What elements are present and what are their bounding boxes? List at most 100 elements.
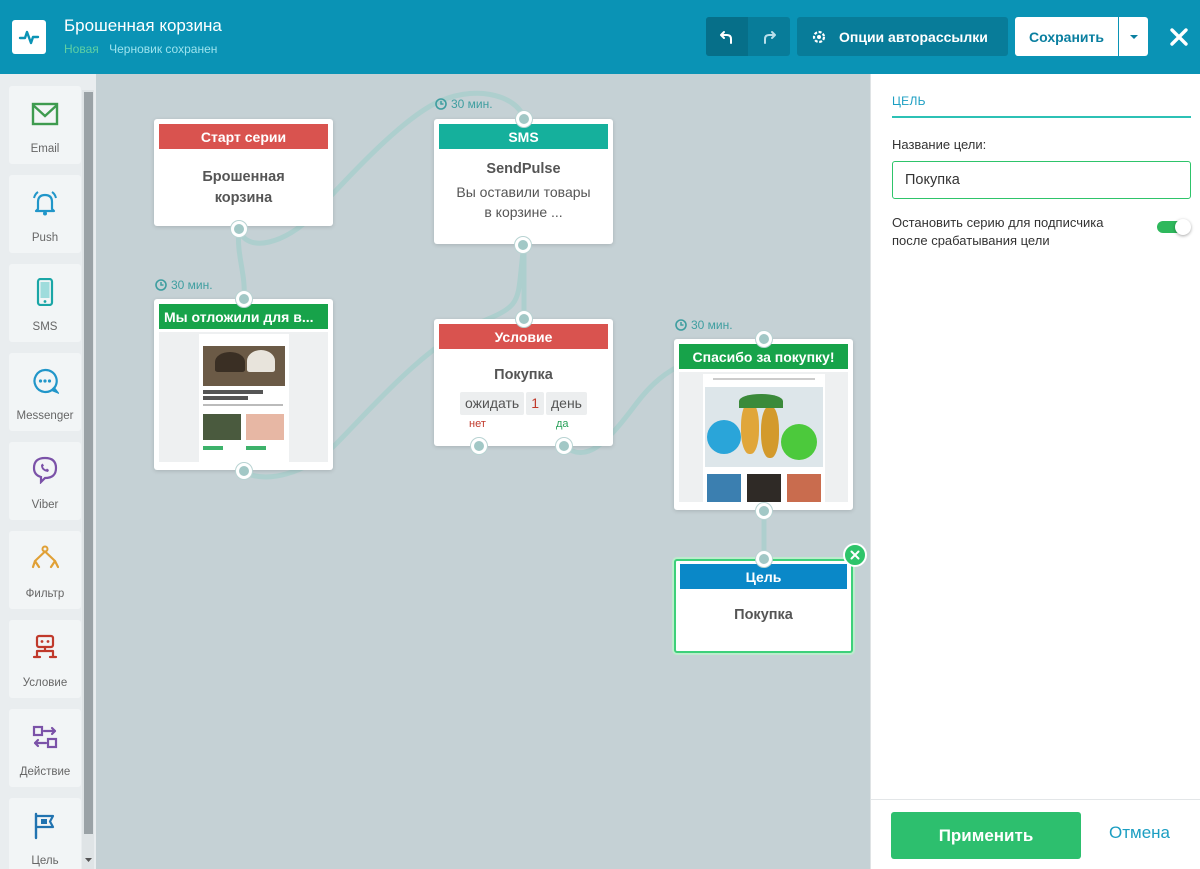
tool-goal[interactable]: Цель (9, 798, 81, 869)
tool-push-label: Push (31, 232, 59, 244)
undo-button[interactable] (706, 17, 748, 56)
flag-icon (34, 812, 55, 840)
gear-icon (812, 30, 826, 43)
node-start-header: Старт серии (159, 124, 328, 149)
cancel-button[interactable]: Отмена (1109, 823, 1170, 843)
node-sms-text: Вы оставили товары в корзине ... (456, 184, 591, 220)
tool-push[interactable]: Push (9, 175, 81, 253)
node-sms-header: SMS (439, 124, 608, 149)
clock-icon (675, 319, 687, 331)
node-start-output-port[interactable] (231, 221, 247, 237)
page-title: Брошенная корзина (64, 16, 222, 35)
tool-messenger-label: Messenger (16, 410, 74, 422)
chat-icon (33, 368, 59, 394)
close-icon (1170, 28, 1188, 46)
save-options-dropdown[interactable] (1119, 17, 1148, 56)
history-buttons (706, 17, 790, 56)
node-sms-output-port[interactable] (515, 237, 531, 253)
bell-icon (33, 191, 57, 216)
status-new-badge: Новая (64, 42, 99, 56)
tool-sms[interactable]: SMS (9, 264, 81, 342)
page-status: Новая Черновик сохранен (64, 42, 224, 56)
node-goal[interactable]: Цель Покупка (674, 559, 853, 653)
redo-icon (764, 30, 776, 44)
node-condition-wait: ожидать 1 день (434, 392, 613, 415)
goal-name-label: Название цели: (892, 137, 987, 152)
node-condition-header: Условие (439, 324, 608, 349)
remove-node-button[interactable] (843, 543, 867, 567)
tool-action[interactable]: Действие (9, 709, 81, 787)
node-condition-title: Покупка (494, 367, 553, 383)
stop-series-toggle[interactable] (1157, 219, 1191, 235)
node-sms-timer-text: 30 мин. (451, 97, 493, 111)
toolbar-scroll-thumb[interactable] (84, 92, 93, 834)
node-email2-header: Спасибо за покупку! (679, 344, 848, 369)
tool-viber-label: Viber (31, 499, 59, 511)
status-saved-text: Черновик сохранен (109, 42, 218, 56)
node-condition-wait-value: 1 (526, 392, 544, 415)
node-condition[interactable]: Условие Покупка ожидать 1 день нет да (434, 319, 613, 446)
node-goal-body: Покупка (734, 607, 793, 623)
node-email2-output-port[interactable] (756, 503, 772, 519)
envelope-icon (31, 102, 59, 126)
node-condition-wait-label: ожидать (460, 392, 525, 415)
save-button[interactable]: Сохранить (1015, 17, 1118, 56)
node-email2-input-port[interactable] (756, 331, 772, 347)
close-icon (850, 550, 860, 560)
node-goal-header: Цель (680, 564, 847, 589)
node-condition-yes-port[interactable] (556, 438, 572, 454)
node-email1-output-port[interactable] (236, 463, 252, 479)
clock-icon (435, 98, 447, 110)
node-sms-sender: SendPulse (486, 161, 561, 177)
node-email1-input-port[interactable] (236, 291, 252, 307)
node-start[interactable]: Старт серии Брошенная корзина (154, 119, 333, 226)
node-email-1[interactable]: Мы отложили для в... (154, 299, 333, 470)
scroll-down-arrow-icon[interactable] (84, 855, 93, 865)
chevron-down-icon (1129, 34, 1138, 39)
node-email-2[interactable]: Спасибо за покупку! (674, 339, 853, 510)
tool-sms-label: SMS (32, 321, 58, 333)
panel-footer: Применить Отмена (871, 799, 1200, 869)
redo-button[interactable] (748, 17, 790, 56)
autoseries-options-label: Опции авторассылки (839, 28, 988, 45)
tool-goal-label: Цель (31, 855, 59, 867)
node-sms[interactable]: SMS SendPulse Вы оставили товары в корзи… (434, 119, 613, 244)
stop-series-label: Остановить серию для подписчика после ср… (892, 215, 1104, 248)
autoseries-options-button[interactable]: Опции авторассылки (797, 17, 1008, 56)
node-sms-input-port[interactable] (516, 111, 532, 127)
filter-icon (31, 545, 59, 569)
panel-title-divider (892, 116, 1191, 118)
tool-email[interactable]: Email (9, 86, 81, 164)
node-email1-timer-text: 30 мин. (171, 278, 213, 292)
undo-icon (720, 30, 732, 44)
node-start-body: Брошенная корзина (202, 169, 285, 206)
node-email1-header: Мы отложили для в... (159, 304, 328, 329)
action-icon (32, 725, 58, 749)
close-editor-button[interactable] (1162, 20, 1196, 54)
node-condition-yes-label: да (556, 418, 569, 430)
node-condition-no-port[interactable] (471, 438, 487, 454)
clock-icon (155, 279, 167, 291)
logo-pulse-icon[interactable] (12, 20, 46, 54)
node-email2-timer: 30 мин. (675, 318, 733, 332)
tool-viber[interactable]: Viber (9, 442, 81, 520)
node-email2-timer-text: 30 мин. (691, 318, 733, 332)
node-condition-input-port[interactable] (516, 311, 532, 327)
tool-filter[interactable]: Фильтр (9, 531, 81, 609)
tool-messenger[interactable]: Messenger (9, 353, 81, 431)
node-condition-no-label: нет (469, 418, 486, 430)
flow-canvas[interactable]: Старт серии Брошенная корзина 30 мин. SM… (96, 74, 870, 869)
viber-icon (32, 456, 58, 484)
tool-action-label: Действие (19, 766, 71, 778)
tool-condition[interactable]: Условие (9, 620, 81, 698)
panel-title: ЦЕЛЬ (892, 94, 926, 108)
node-goal-input-port[interactable] (756, 551, 772, 567)
tool-filter-label: Фильтр (25, 588, 65, 600)
goal-name-input[interactable] (892, 161, 1191, 199)
node-email1-preview (159, 332, 328, 462)
condition-icon (32, 634, 58, 659)
apply-button[interactable]: Применить (891, 812, 1081, 859)
node-condition-wait-unit: день (545, 392, 587, 415)
top-header: Брошенная корзина Новая Черновик сохране… (0, 0, 1200, 74)
tool-condition-label: Условие (22, 677, 68, 689)
